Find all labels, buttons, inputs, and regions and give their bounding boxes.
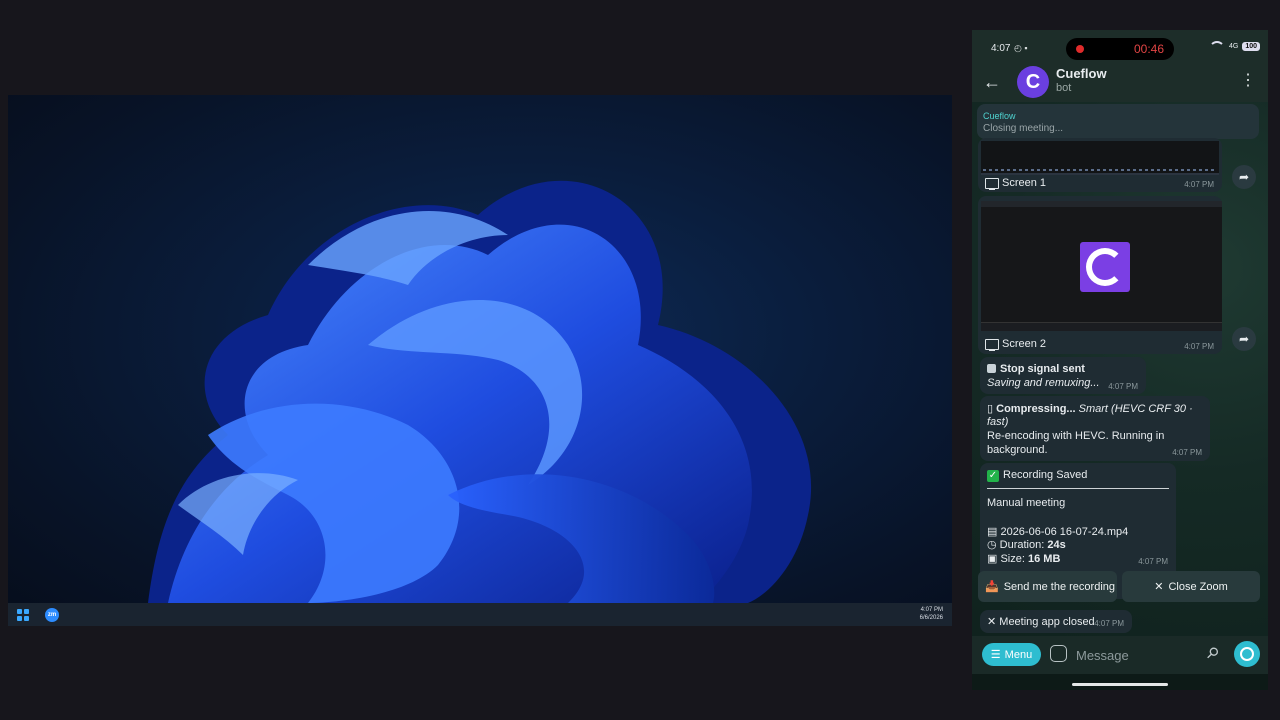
screen2-message[interactable]: Screen 2 4:07 PM [978,196,1222,354]
duration-label: Duration: [999,539,1045,551]
close-icon: ✕ [987,616,1000,628]
windows-bloom-wallpaper [148,180,812,603]
reply-text: Closing meeting... [983,123,1064,134]
status-icons: 4G 100 [1208,41,1260,52]
phone-screen: 4:07 ◴ ▪ 00:46 4G 100 ← C Cueflow bot ⋮ … [972,30,1268,690]
file-cabinet-icon: ▯ [987,403,994,415]
more-options-icon[interactable]: ⋮ [1240,70,1256,90]
close-zoom-label: Close Zoom [1168,580,1228,593]
file-icon: ▤ [987,526,1001,538]
back-arrow-icon[interactable]: ← [983,72,1001,93]
chat-subtitle: bot [1056,82,1072,94]
cueflow-logo-icon [1080,242,1130,292]
meeting-closed-message: ✕ Meeting app closed 4:07 PM [980,610,1132,633]
status-time: 4:07 [991,43,1011,54]
compress-line2: background. [987,444,1048,456]
menu-button[interactable]: ☰ Menu [982,643,1041,666]
meeting-name: Manual meeting [987,497,1066,509]
duration-value: 24s [1047,539,1066,551]
message-time: 4:07 PM [1184,342,1214,351]
monitor-icon [985,178,999,190]
send-recording-label: Send me the recording [1003,580,1115,593]
screen2-thumbnail[interactable] [981,201,1222,331]
tray-date: 6/6/2026 [919,615,943,621]
reply-sender: Cueflow [983,111,1016,121]
send-recording-button[interactable]: 📥 Send me the recording [978,571,1117,602]
taskbar: zm 4:07 PM 6/6/2026 [8,603,952,626]
reply-preview[interactable]: Cueflow Closing meeting... [977,104,1259,139]
disk-icon: ▣ [987,553,1001,565]
compress-mode-cont: fast) [987,416,1009,428]
compressing-message: ▯ Compressing... Smart (HEVC CRF 30 · fa… [980,396,1210,461]
compress-mode: Smart (HEVC CRF 30 · [1078,403,1193,415]
tray-time: 4:07 PM [920,607,943,613]
compress-line1: Re-encoding with HEVC. Running in [987,430,1165,442]
monitor-icon [985,339,999,351]
camera-icon [1240,647,1254,661]
stop-signal-message: Stop signal sent Saving and remuxing... … [980,357,1146,394]
stop-title: Stop signal sent [1000,363,1085,375]
zoom-app-icon[interactable]: zm [45,607,59,622]
message-time: 4:07 PM [1184,180,1214,189]
sticker-icon[interactable] [1050,645,1067,662]
recording-indicator[interactable]: 00:46 [1066,38,1174,60]
hamburger-icon: ☰ [990,649,1001,661]
network-label: 4G [1228,43,1239,50]
paperclip-icon[interactable]: ⚲ [1202,643,1223,663]
message-time: 4:07 PM [1138,557,1168,566]
stop-square-icon [987,364,996,373]
wifi-icon [1208,41,1225,52]
message-composer: ☰ Menu ⚲ [972,636,1268,674]
closed-text: Meeting app closed [999,616,1095,628]
inbox-tray-icon: 📥 [985,581,999,593]
stop-subtitle: Saving and remuxing... [987,377,1100,389]
notification-icons: ◴ ▪ [1014,43,1028,53]
size-value: 16 MB [1027,553,1061,565]
record-dot-icon [1076,45,1084,53]
home-indicator[interactable] [1072,683,1168,686]
size-label: Size: [1000,553,1025,565]
forward-icon[interactable]: ➦ [1232,327,1256,351]
avatar[interactable]: C [1017,66,1049,98]
file-name: 2026-06-06 16-07-24.mp4 [1000,526,1129,538]
divider [987,488,1169,489]
menu-label: Menu [1004,648,1033,661]
message-input[interactable] [1074,642,1198,668]
message-time: 4:07 PM [1172,448,1202,457]
check-icon: ✓ [987,470,999,482]
close-icon: ✕ [1154,581,1164,593]
desktop-screen: zm 4:07 PM 6/6/2026 [8,95,952,626]
saved-title: Recording Saved [1003,469,1088,481]
close-zoom-button[interactable]: ✕ Close Zoom [1122,571,1260,602]
camera-button[interactable] [1234,641,1260,667]
chat-title[interactable]: Cueflow [1056,66,1107,81]
screen1-thumbnail[interactable] [981,141,1219,175]
stopwatch-icon: ◷ [987,539,1000,551]
screen1-message[interactable]: Screen 1 4:07 PM [978,138,1222,192]
message-time: 4:07 PM [1094,619,1124,628]
windows-start-icon[interactable] [17,608,29,621]
screen2-caption: Screen 2 [1002,338,1047,350]
recording-timer: 00:46 [1133,42,1164,56]
tray-clock[interactable]: 4:07 PM 6/6/2026 [920,606,943,622]
compress-title: Compressing... [996,403,1076,415]
message-time: 4:07 PM [1108,382,1138,391]
chat-header: ← C Cueflow bot ⋮ [972,66,1268,102]
battery-icon: 100 [1242,42,1260,51]
status-bar: 4:07 ◴ ▪ 00:46 4G 100 [972,30,1268,66]
forward-icon[interactable]: ➦ [1232,165,1256,189]
screen1-caption: Screen 1 [1002,177,1047,189]
